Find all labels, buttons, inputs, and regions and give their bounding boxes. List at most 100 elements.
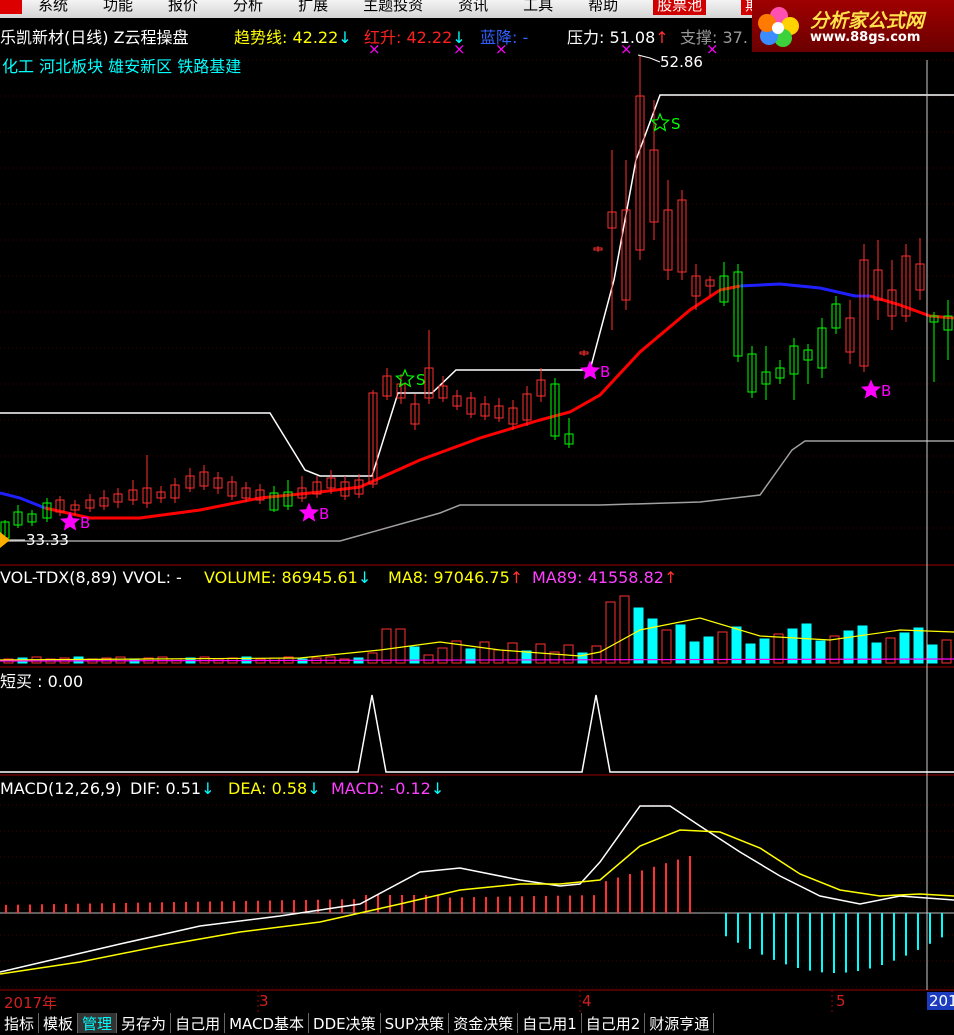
sell-marker-label: S bbox=[416, 371, 426, 389]
volume-bar bbox=[843, 630, 854, 664]
menu-item-6[interactable]: 资讯 bbox=[458, 0, 488, 15]
tab-10[interactable]: 自己用2 bbox=[582, 1013, 646, 1033]
volume-bar bbox=[367, 652, 378, 664]
volume-bar bbox=[115, 656, 126, 664]
volume-bar bbox=[493, 649, 504, 664]
pressure-line bbox=[0, 94, 954, 477]
buy-marker-label: B bbox=[600, 363, 610, 381]
volume-bar bbox=[591, 645, 602, 664]
buy-star-icon bbox=[860, 379, 882, 399]
ma8-value: MA8: 97046.75↑ bbox=[388, 568, 524, 587]
dea-value: DEA: 0.58↓ bbox=[228, 779, 321, 798]
trend-line-blue-2 bbox=[739, 282, 870, 298]
menu-item-1[interactable]: 功能 bbox=[103, 0, 133, 15]
macd-indicator-name: MACD(12,26,9) bbox=[0, 779, 122, 798]
stock-chart-canvas[interactable]: B BBBSS× × × × × bbox=[0, 0, 954, 1013]
tab-0[interactable]: 指标 bbox=[0, 1013, 40, 1033]
x-axis-year-label: 2017年 bbox=[4, 994, 58, 1012]
support-value: 支撑: 37. bbox=[680, 28, 748, 47]
tab-9[interactable]: 自己用1 bbox=[518, 1013, 582, 1033]
volume-bar bbox=[871, 642, 882, 664]
short-buy-line bbox=[0, 694, 954, 773]
buy-marker-label: B bbox=[881, 382, 891, 400]
blue-fall-value: 蓝降: - bbox=[480, 28, 529, 47]
volume-bar bbox=[605, 601, 616, 664]
volume-value: VOLUME: 86945.61↓ bbox=[204, 568, 372, 587]
low-price-label: 33.33 bbox=[26, 531, 69, 549]
volume-bar bbox=[647, 618, 658, 664]
macd-value: MACD: -0.12↓ bbox=[331, 779, 445, 798]
tab-3[interactable]: 另存为 bbox=[117, 1013, 172, 1033]
volume-bar bbox=[157, 656, 168, 664]
volume-bar bbox=[731, 626, 742, 664]
volume-bar bbox=[745, 643, 756, 664]
volume-bar bbox=[787, 628, 798, 664]
menu-item-7[interactable]: 工具 bbox=[523, 0, 553, 15]
volume-bar bbox=[717, 631, 728, 664]
trend-line-value: 趋势线: 42.22↓ bbox=[234, 28, 352, 47]
menu-item-2[interactable]: 报价 bbox=[168, 0, 198, 15]
volume-bar bbox=[423, 654, 434, 664]
volume-bar bbox=[465, 648, 476, 664]
volume-arrow-icon: ↓ bbox=[357, 568, 372, 587]
volume-bar bbox=[633, 607, 644, 664]
stock-title: 乐凯新材(日线) Z云程操盘 bbox=[0, 28, 189, 47]
buy-marker-label: B bbox=[80, 514, 90, 532]
dif-value: DIF: 0.51↓ bbox=[130, 779, 215, 798]
brand-url: www.88gs.com bbox=[810, 30, 921, 45]
trend-line-red-2 bbox=[869, 294, 954, 320]
indicator-tab-bar: 指标 模板 管理 另存为 自己用 MACD基本 DDE决策 SUP决策 资金决策 自己用1 自己用2… bbox=[0, 1013, 954, 1033]
tab-6[interactable]: DDE决策 bbox=[309, 1013, 381, 1033]
tab-5[interactable]: MACD基本 bbox=[225, 1013, 310, 1033]
tab-8[interactable]: 资金决策 bbox=[449, 1013, 519, 1033]
x-axis-may-label: 5 bbox=[836, 992, 846, 1010]
macd-arrow-icon: ↓ bbox=[430, 779, 445, 798]
x-axis-march-label: 3 bbox=[259, 992, 269, 1010]
volume-bar bbox=[857, 625, 868, 664]
short-buy-label: 短买 : 0.00 bbox=[0, 672, 84, 691]
cursor-date-label: 201 bbox=[927, 992, 954, 1010]
brand-banner: 分析家公式网 www.88gs.com bbox=[752, 0, 954, 52]
dif-arrow-icon: ↓ bbox=[201, 779, 215, 798]
volume-bar bbox=[339, 658, 350, 664]
menu-items: 系统功能报价分析扩展主题投资资讯工具帮助股票池期 bbox=[0, 0, 799, 15]
volume-bar bbox=[675, 624, 686, 664]
volume-bar bbox=[395, 628, 406, 664]
red-rise-value: 红升: 42.22↓ bbox=[364, 28, 466, 47]
volume-bar bbox=[773, 633, 784, 664]
volume-bar bbox=[381, 628, 392, 664]
volume-bar bbox=[913, 627, 924, 664]
ma89-arrow-icon: ↑ bbox=[663, 568, 678, 587]
brand-title: 分析家公式网 bbox=[810, 10, 925, 32]
high-price-label: 52.86 bbox=[660, 53, 703, 71]
volume-bar bbox=[437, 647, 448, 664]
high-pointer-line bbox=[637, 54, 661, 63]
volume-bar bbox=[619, 595, 630, 664]
trend-arrow-icon: ↓ bbox=[338, 28, 352, 47]
tab-1[interactable]: 模板 bbox=[39, 1013, 79, 1033]
sell-marker-label: S bbox=[671, 115, 681, 133]
x-axis-april-label: 4 bbox=[582, 992, 592, 1010]
sector-tags: 化工 河北板块 雄安新区 铁路基建 bbox=[2, 57, 242, 76]
pressure-arrow-icon: ↑ bbox=[655, 28, 669, 47]
menu-item-8[interactable]: 帮助 bbox=[588, 0, 618, 15]
ma89-value: MA89: 41558.82↑ bbox=[532, 568, 678, 587]
vol-indicator-name: VOL-TDX(8,89) VVOL: - bbox=[0, 568, 182, 587]
menu-item-9[interactable]: 股票池 bbox=[653, 0, 707, 15]
dea-arrow-icon: ↓ bbox=[307, 779, 321, 798]
volume-bar bbox=[297, 658, 308, 664]
tab-11[interactable]: 财源亨通 bbox=[645, 1013, 715, 1033]
tab-7[interactable]: SUP决策 bbox=[381, 1013, 450, 1033]
flower-logo-icon bbox=[758, 7, 799, 47]
ma8-arrow-icon: ↑ bbox=[509, 568, 524, 587]
menu-item-3[interactable]: 分析 bbox=[233, 0, 263, 15]
menu-item-5[interactable]: 主题投资 bbox=[363, 0, 423, 15]
red-arrow-icon: ↓ bbox=[452, 28, 466, 47]
menu-item-0[interactable]: 系统 bbox=[38, 0, 68, 15]
menu-item-4[interactable]: 扩展 bbox=[298, 0, 328, 15]
tab-4[interactable]: 自己用 bbox=[171, 1013, 226, 1033]
tab-2[interactable]: 管理 bbox=[78, 1013, 118, 1033]
buy-star-icon bbox=[579, 360, 601, 380]
pressure-value: 压力: 51.08↑ bbox=[567, 28, 669, 47]
volume-bar bbox=[927, 644, 938, 664]
